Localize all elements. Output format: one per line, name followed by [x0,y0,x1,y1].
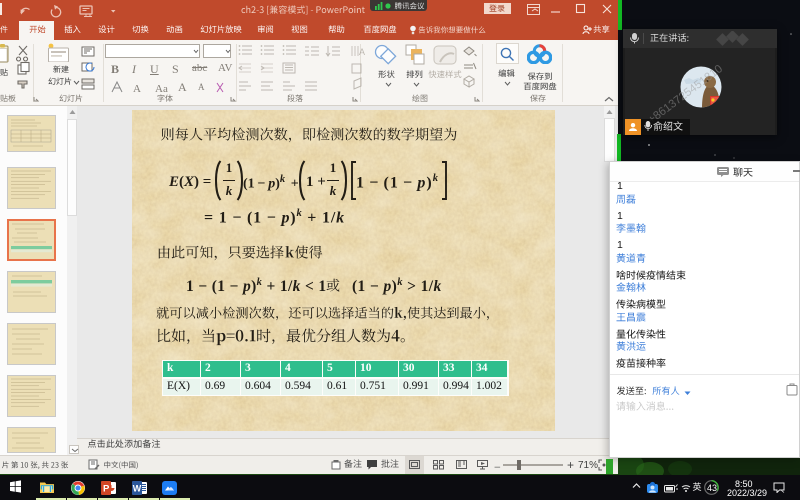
svg-text:A: A [359,47,365,57]
svg-text:A: A [178,80,187,94]
svg-text:Aa: Aa [155,83,168,95]
svg-text:W: W [132,483,141,493]
svg-text:43: 43 [707,483,717,493]
svg-text:A: A [198,82,205,92]
svg-text:A: A [133,83,141,95]
svg-text:P: P [103,483,110,494]
